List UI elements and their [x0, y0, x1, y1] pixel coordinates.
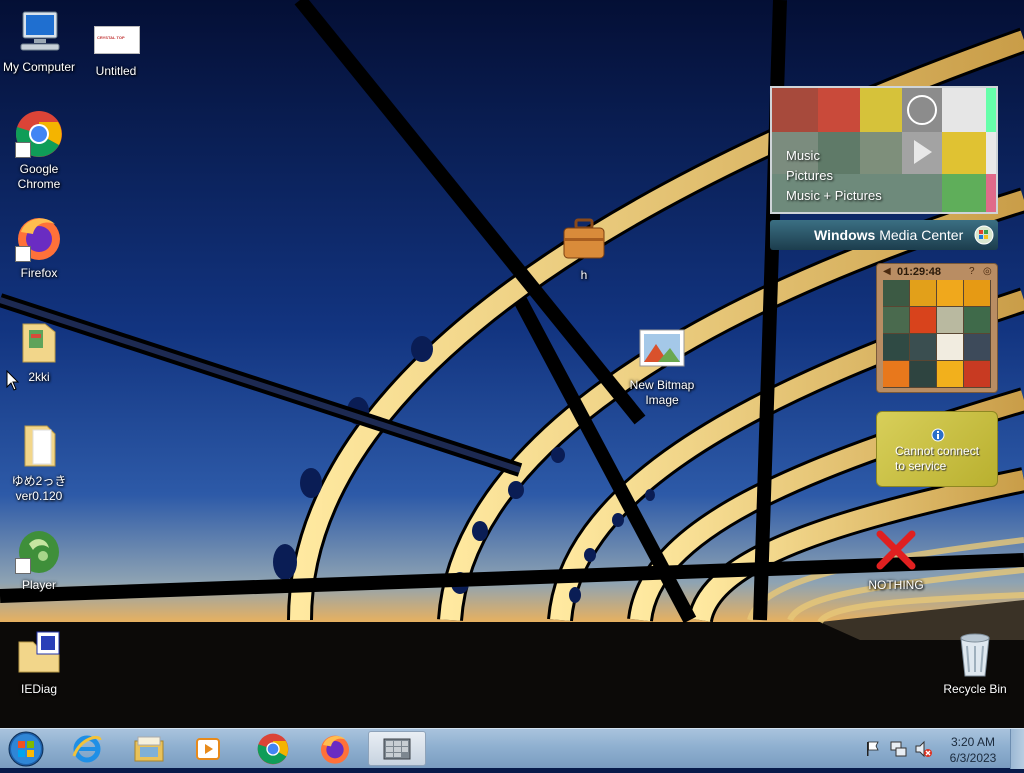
red-x-icon [872, 526, 920, 574]
folder-icon [15, 318, 63, 366]
shortcut-arrow-icon [15, 246, 31, 262]
desktop-icon-recycle-bin[interactable]: Recycle Bin [935, 630, 1015, 697]
desktop-icon-label: New Bitmap Image [629, 378, 695, 407]
media-center-menu: Music Pictures Music + Pictures [786, 146, 882, 206]
briefcase-icon [560, 216, 608, 264]
desktop-icon-label: My Computer [2, 60, 76, 74]
puzzle-settings-icon[interactable]: ◎ [983, 266, 992, 277]
show-desktop-button[interactable] [1010, 729, 1024, 769]
tray-time: 3:20 AM [950, 735, 996, 749]
puzzle-tile[interactable] [883, 307, 909, 333]
puzzle-tile[interactable] [883, 280, 909, 306]
windows-explorer-icon [134, 736, 164, 762]
puzzle-tile[interactable] [910, 307, 936, 333]
taskbar-media-player[interactable] [182, 731, 236, 766]
taskbar-internet-explorer[interactable] [60, 731, 114, 766]
mouse-cursor-icon [6, 370, 20, 391]
media-center-tiles[interactable]: Music Pictures Music + Pictures [770, 86, 998, 214]
desktop-icon-label: Player [21, 578, 56, 592]
puzzle-tile[interactable] [910, 280, 936, 306]
puzzle-tile[interactable] [964, 307, 990, 333]
folder-icon [15, 422, 63, 470]
picture-puzzle-gadget[interactable]: ◀ 01:29:48 ? ◎ [876, 263, 998, 393]
player-icon [15, 526, 63, 574]
media-center-menu-pictures[interactable]: Pictures [786, 166, 882, 186]
desktop-icon-google-chrome[interactable]: Google Chrome [0, 110, 79, 192]
weather-gadget[interactable]: Cannot connect to service [876, 411, 998, 487]
bitmap-icon [638, 326, 686, 374]
desktop-icon-label: IEDiag [20, 682, 58, 696]
puzzle-tile[interactable] [964, 361, 990, 387]
desktop-icon-h[interactable]: h [544, 216, 624, 283]
desktop-icon-label: h [580, 268, 588, 282]
puzzle-tile[interactable] [910, 361, 936, 387]
media-center-menu-music-pictures[interactable]: Music + Pictures [786, 186, 882, 206]
puzzle-tile[interactable] [910, 334, 936, 360]
desktop-icon-firefox[interactable]: Firefox [0, 214, 79, 281]
tray-date: 6/3/2023 [949, 751, 997, 765]
desktop-icon-iediag[interactable]: IEDiag [0, 630, 79, 697]
chrome-icon [15, 110, 63, 158]
desktop-icon-label: ゆめ2っき ver0.120 [11, 474, 67, 503]
puzzle-timer: 01:29:48 [897, 266, 942, 278]
taskbar-windows-explorer[interactable] [122, 731, 176, 766]
desktop-icon-player[interactable]: Player [0, 526, 79, 593]
thumbnail-text: CRYSTAL TOP [97, 35, 125, 40]
taskbar-puzzle-app[interactable] [368, 731, 426, 766]
media-center-gadget[interactable]: Music Pictures Music + Pictures Windows … [770, 86, 998, 250]
puzzle-tile[interactable] [964, 280, 990, 306]
network-icon[interactable] [890, 740, 908, 758]
desktop-icon-label: Untitled [95, 64, 137, 78]
desktop-icon-label: NOTHING [868, 578, 924, 592]
firefox-icon [321, 735, 349, 764]
recycle-bin-icon [951, 630, 999, 678]
desktop-icon-yume2kki[interactable]: ゆめ2っき ver0.120 [0, 422, 79, 504]
puzzle-tile[interactable] [937, 334, 963, 360]
puzzle-tile[interactable] [964, 334, 990, 360]
puzzle-tile[interactable] [937, 307, 963, 333]
puzzle-reset-icon[interactable]: ◀ [883, 266, 891, 277]
windows-orb-icon [8, 731, 44, 767]
puzzle-help-icon[interactable]: ? [969, 266, 975, 277]
desktop-icon-label: Recycle Bin [943, 682, 1007, 696]
puzzle-tile[interactable] [937, 361, 963, 387]
desktop-icon-my-computer[interactable]: My Computer [0, 8, 79, 75]
desktop-icon-nothing[interactable]: NOTHING [856, 526, 936, 593]
windows-logo-icon [974, 225, 994, 245]
media-player-icon [196, 738, 220, 760]
media-center-menu-music[interactable]: Music [786, 146, 882, 166]
computer-icon [15, 8, 63, 56]
firefox-icon [15, 214, 63, 262]
taskbar: 3:20 AM 6/3/2023 [0, 728, 1024, 769]
image-document-icon: CRYSTAL TOP [92, 12, 140, 60]
puzzle-grid[interactable] [883, 280, 991, 388]
start-button[interactable] [6, 730, 46, 768]
media-center-title: Windows Media Center [814, 227, 964, 243]
puzzle-tile[interactable] [883, 334, 909, 360]
desktop-icon-label: Google Chrome [17, 162, 61, 191]
system-tray: 3:20 AM 6/3/2023 [862, 729, 1024, 769]
puzzle-app-icon [383, 738, 411, 760]
action-center-flag-icon[interactable] [866, 741, 880, 757]
desktop-icon-new-bitmap-image[interactable]: New Bitmap Image [622, 326, 702, 408]
weather-error-message: Cannot connect to service [895, 444, 980, 473]
taskbar-firefox[interactable] [308, 731, 362, 766]
internet-explorer-icon [72, 735, 102, 763]
desktop-icon-untitled[interactable]: CRYSTAL TOP Untitled [76, 12, 156, 79]
taskbar-chrome[interactable] [246, 731, 300, 766]
puzzle-tile[interactable] [883, 361, 909, 387]
info-icon [931, 428, 945, 442]
desktop-icon-label: Firefox [20, 266, 58, 280]
media-center-launch-bar[interactable]: Windows Media Center [770, 220, 998, 250]
tray-clock[interactable]: 3:20 AM 6/3/2023 [942, 734, 1004, 766]
iediag-folder-icon [15, 630, 63, 678]
shortcut-arrow-icon [15, 558, 31, 574]
chrome-icon [257, 733, 289, 765]
puzzle-tile[interactable] [937, 280, 963, 306]
volume-muted-icon[interactable] [914, 740, 932, 758]
shortcut-arrow-icon [15, 142, 31, 158]
